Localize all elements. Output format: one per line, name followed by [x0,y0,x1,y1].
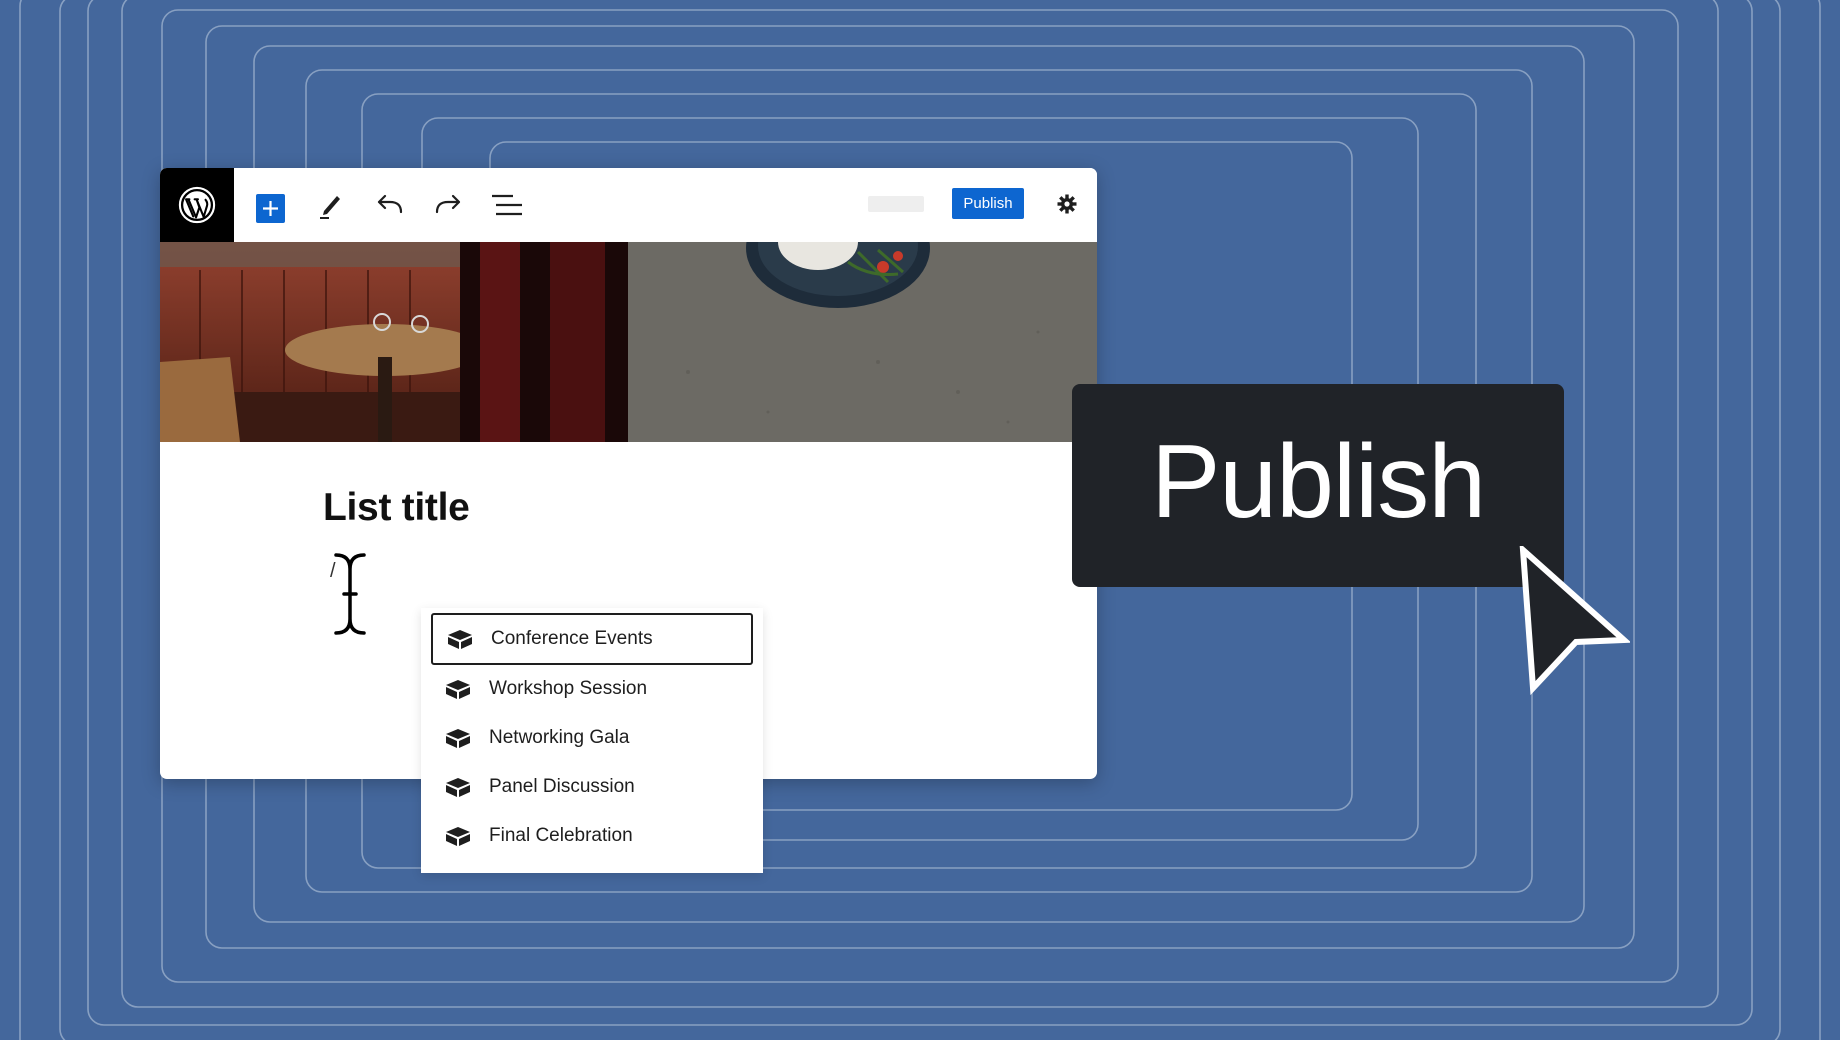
document-overview-button[interactable] [487,185,527,225]
food-plate-image [628,242,1097,442]
dropdown-item-label: Conference Events [491,628,653,649]
cube-icon [445,776,473,798]
dropdown-item-label: Workshop Session [489,678,648,699]
cube-icon [445,678,473,700]
gear-icon [1057,194,1077,214]
dropdown-item-panel-discussion[interactable]: Panel Discussion [431,761,753,813]
restaurant-interior-image [160,242,628,442]
dropdown-item-label: Panel Discussion [489,776,635,797]
publish-callout-button[interactable]: Publish [1072,384,1564,587]
list-title-heading[interactable]: List title [323,486,470,530]
edit-tools-button[interactable] [310,185,350,225]
block-suggestion-dropdown: Conference Events Workshop Session Netwo… [421,608,763,873]
dropdown-item-label: Final Celebration [489,825,633,846]
dropdown-item-workshop-session[interactable]: Workshop Session [431,663,753,715]
save-draft-placeholder[interactable] [868,196,924,212]
dropdown-item-label: Networking Gala [489,727,630,748]
publish-button[interactable]: Publish [952,188,1024,219]
cube-icon [445,825,473,847]
list-view-icon [492,194,522,216]
cube-icon [447,628,475,650]
dropdown-item-networking-gala[interactable]: Networking Gala [431,712,753,764]
editor-toolbar: Publish [160,168,1097,242]
redo-icon [435,194,461,214]
add-block-button[interactable] [256,194,285,223]
redo-button[interactable] [428,185,468,225]
undo-button[interactable] [370,185,410,225]
wordpress-logo-icon[interactable] [160,168,234,242]
cube-icon [445,727,473,749]
plus-icon [263,201,278,216]
text-cursor-icon [334,553,366,635]
undo-icon [377,194,403,214]
cover-image[interactable] [160,242,1097,442]
settings-button[interactable] [1053,190,1081,218]
dropdown-item-final-celebration[interactable]: Final Celebration [431,810,753,862]
pencil-icon [320,196,340,219]
mouse-pointer-icon [1519,546,1630,696]
dropdown-item-conference-events[interactable]: Conference Events [431,613,753,665]
